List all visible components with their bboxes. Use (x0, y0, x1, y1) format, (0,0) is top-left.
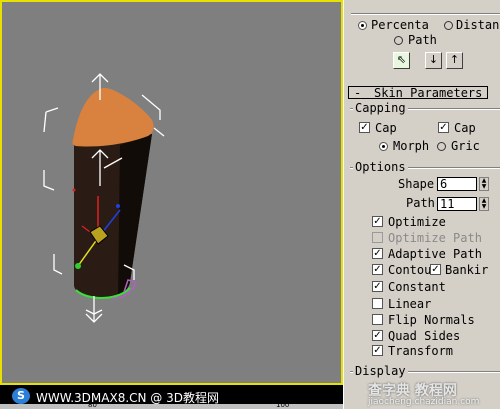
shape-steps-field[interactable]: 6 (437, 177, 477, 191)
cap-start-checkbox[interactable]: ✓ (359, 122, 370, 133)
percentage-radio[interactable] (358, 21, 367, 30)
pick-shape-button[interactable]: ⇖ (393, 52, 410, 69)
flip-normals-checkbox[interactable] (372, 314, 383, 325)
options-group-title: Options (353, 160, 408, 174)
ruler-tick-label: 80 (88, 401, 97, 409)
viewport-scene (0, 0, 343, 385)
path-steps-radio[interactable] (394, 36, 403, 45)
grid-radio[interactable] (437, 142, 446, 151)
cap-start-label: Cap (375, 121, 397, 135)
quad-sides-checkbox[interactable]: ✓ (372, 330, 383, 341)
contour-checkbox[interactable]: ✓ (372, 264, 383, 275)
distance-radio[interactable] (444, 21, 453, 30)
quad-sides-label: Quad Sides (388, 329, 461, 343)
constant-cross-section-checkbox[interactable]: ✓ (372, 281, 383, 292)
morph-label: Morph (393, 139, 430, 153)
shape-steps-label: Shape (398, 177, 435, 191)
linear-interpolation-label: Linear (388, 297, 432, 311)
rollout-title: Skin Parameters (374, 86, 483, 100)
time-ruler: 80 100 (0, 401, 343, 409)
flip-normals-label: Flip Normals (388, 313, 475, 327)
capping-group-title: Capping (353, 101, 408, 115)
optimize-label: Optimize (388, 215, 446, 229)
next-shape-button[interactable]: ↑ (446, 52, 463, 69)
adaptive-path-checkbox[interactable]: ✓ (372, 248, 383, 259)
loft-object-shadow-side (118, 134, 152, 296)
transform-degrade-checkbox[interactable]: ✓ (372, 345, 383, 356)
perspective-viewport[interactable] (0, 0, 343, 385)
transform-degrade-label: Transform (388, 344, 454, 358)
constant-cross-section-label: Constant (388, 280, 446, 294)
banking-label: Bankir (445, 263, 489, 277)
percentage-label: Percenta (371, 18, 429, 32)
site-logo-icon: S (12, 388, 30, 404)
path-steps-label: Path (408, 33, 437, 47)
watermark: 查字典 教程网 jiaocheng.chazidian.com (340, 380, 500, 409)
shape-steps-spinner[interactable]: ▲ ▼ (479, 177, 489, 191)
linear-interpolation-checkbox[interactable] (372, 298, 383, 309)
contour-label: Contou (388, 263, 432, 277)
active-viewport-border (0, 0, 343, 385)
morph-radio[interactable] (379, 142, 388, 151)
display-group-title: Display (353, 364, 408, 378)
prev-shape-button[interactable]: ↓ (425, 52, 442, 69)
path-params-group-line (351, 13, 500, 15)
distance-label: Distan (456, 18, 500, 32)
path-steps-spinner[interactable]: ▲ ▼ (479, 197, 489, 211)
adaptive-path-label: Adaptive Path (388, 247, 482, 261)
path-steps-field[interactable]: 11 (437, 197, 477, 211)
path-steps-option-label: Path (406, 196, 435, 210)
ruler-tick-label: 100 (276, 401, 290, 409)
cap-end-checkbox[interactable]: ✓ (438, 122, 449, 133)
optimize-checkbox[interactable]: ✓ (372, 216, 383, 227)
banking-checkbox[interactable]: ✓ (430, 264, 441, 275)
loft-object-cap (72, 87, 154, 147)
optimize-path-checkbox[interactable] (372, 232, 383, 243)
cap-end-label: Cap (454, 121, 476, 135)
watermark-url: jiaocheng.chazidian.com (368, 397, 480, 407)
optimize-path-label: Optimize Path (388, 231, 482, 245)
grid-label: Gric (451, 139, 480, 153)
skin-parameters-rollout[interactable]: - Skin Parameters (348, 86, 488, 99)
rollout-collapse-sign: - (354, 86, 362, 100)
site-banner: S WWW.3DMAX8.CN @ 3D教程网 80 100 (0, 385, 343, 409)
